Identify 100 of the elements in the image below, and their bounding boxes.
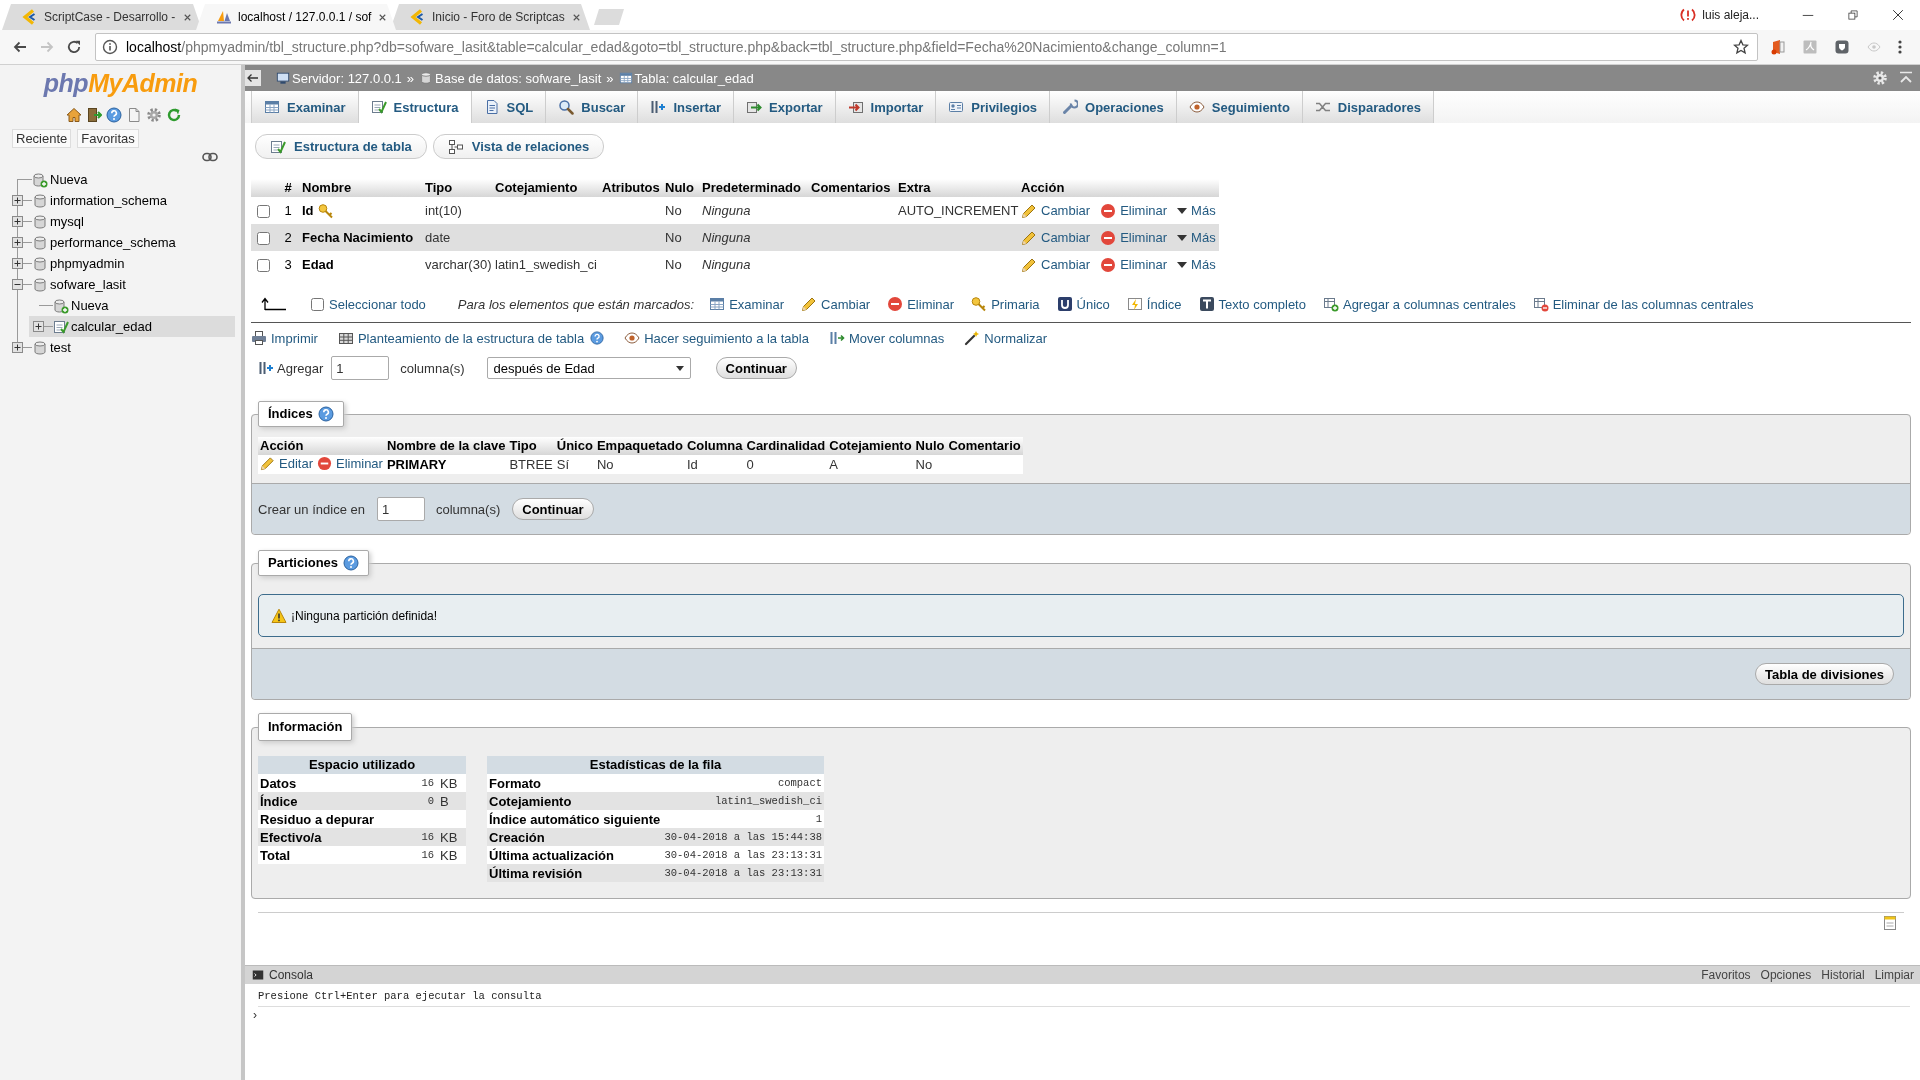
change-link[interactable]: Cambiar [1021,229,1091,246]
tree-item[interactable]: sofware_lasit [8,274,235,295]
table-cell: 1 [662,810,824,828]
sidebar-tab[interactable]: Favoritas [77,129,139,148]
console-title[interactable]: Consola [269,968,314,982]
action-link[interactable]: Texto completo [1198,296,1306,312]
console-link[interactable]: Historial [1821,968,1865,982]
more-link[interactable]: Más [1177,203,1216,218]
row-checkbox[interactable] [257,205,270,219]
page-link[interactable]: Hacer seguimiento a la tabla [624,330,809,346]
page-icon[interactable] [126,107,142,123]
help-icon[interactable] [317,406,334,422]
sidebar-tab[interactable]: Reciente [12,129,72,148]
sub-tab[interactable]: Vista de relaciones [432,134,605,159]
plus-box-icon[interactable] [12,216,23,227]
continue-button[interactable]: Continuar [715,357,797,379]
address-field[interactable]: localhost/phpmyadmin/tbl_structure.php?db=sofware_lasit&table=calcular_edad&goto=tbl_structure.php&back=tbl_structure.php&field=Fecha%20Nacimiento&change_column=1 [95,33,1758,61]
action-link[interactable]: Eliminar [887,296,955,312]
action-link[interactable]: Índice [1126,296,1182,312]
nav-tab[interactable]: Examinar [251,91,359,123]
nav-tab[interactable]: Exportar [734,91,836,123]
plus-box-icon[interactable] [12,195,23,206]
more-link[interactable]: Más [1177,230,1216,245]
console-link[interactable]: Opciones [1760,968,1812,982]
nav-tab[interactable]: SQL [471,91,547,123]
restore-icon[interactable] [1846,9,1859,21]
breadcrumb-link[interactable]: Tabla: calcular_edad [618,70,754,86]
nav-tab[interactable]: Importar [835,91,937,123]
settings-icon[interactable] [146,107,162,123]
tree-item[interactable]: performance_schema [8,232,235,253]
row-checkbox[interactable] [257,259,270,273]
breadcrumb-link[interactable]: Base de datos: sofware_lasit [419,70,602,86]
sub-tab[interactable]: Estructura de tabla [255,134,427,159]
plus-box-icon[interactable] [12,237,23,248]
action-link[interactable]: Único [1056,296,1110,312]
column-count-field[interactable]: 1 [331,356,390,380]
document-badge-icon[interactable] [1770,39,1786,55]
help-icon[interactable] [590,331,605,345]
table-cell: varchar(30) [423,251,493,278]
nav-tab[interactable]: Insertar [638,91,735,123]
continue-button[interactable]: Continuar [512,498,594,520]
arrow-left-icon[interactable] [245,70,261,86]
change-link[interactable]: Cambiar [1021,202,1091,219]
page-link[interactable]: Normalizar [964,330,1048,346]
page-link[interactable]: Mover columnas [828,330,945,346]
select-all-checkbox[interactable] [311,297,324,311]
back-icon[interactable] [12,39,28,55]
tree-item[interactable]: information_schema [8,190,235,211]
action-link[interactable]: Cambiar [801,296,871,312]
tree-item[interactable]: Nueva [29,295,235,316]
tree-item[interactable]: Nueva [8,169,235,190]
more-link[interactable]: Más [1177,257,1216,272]
column-count-field[interactable]: 1 [376,497,425,521]
drop-link[interactable]: Eliminar [1100,256,1168,273]
profile-button[interactable]: luis aleja... [1680,7,1759,23]
change-link[interactable]: Cambiar [1021,256,1091,273]
help-icon[interactable] [106,107,122,123]
nav-tab[interactable]: Estructura [358,91,472,123]
action-link[interactable]: Examinar [709,296,785,312]
page-link[interactable]: Planteamiento de la estructura de tabla [337,330,585,346]
info-icon[interactable] [102,39,118,55]
position-dropdown[interactable]: después de Edad [486,357,691,379]
plus-box-icon[interactable] [33,321,44,332]
logo[interactable]: phpMyAdmin [0,69,241,97]
nav-tab[interactable]: Operaciones [1050,91,1177,123]
select-all-label[interactable]: Seleccionar todo [329,296,426,312]
shield-icon[interactable] [1834,39,1850,55]
breadcrumb-link[interactable]: Servidor: 127.0.0.1 [276,70,402,86]
drop-link[interactable]: Eliminar [1100,202,1168,219]
tree-item[interactable]: calcular_edad [29,316,235,337]
action-link[interactable]: Eliminar de las columnas centrales [1532,296,1754,312]
action-link[interactable]: Agregar a columnas centrales [1322,296,1516,312]
home-icon[interactable] [66,107,82,123]
plus-box-icon[interactable] [12,342,23,353]
console-link[interactable]: Favoritos [1701,968,1751,982]
tree-item[interactable]: mysql [8,211,235,232]
note-icon[interactable] [1882,915,1898,931]
menu-icon[interactable] [1898,39,1902,55]
nav-tab[interactable]: Seguimiento [1176,91,1303,123]
browser-tab[interactable]: localhost / 127.0.0.1 / sof [196,4,396,30]
close-icon[interactable] [1890,8,1905,22]
row-checkbox[interactable] [257,232,270,246]
console-link[interactable]: Limpiar [1874,968,1914,982]
door-arrow-icon[interactable] [86,107,102,123]
action-link[interactable]: Primaria [971,296,1040,312]
nav-tab[interactable]: Disparadores [1302,91,1434,123]
nav-tab[interactable]: Privilegios [936,91,1051,123]
reload-icon[interactable] [66,39,82,55]
star-icon[interactable] [1733,39,1749,55]
drop-link[interactable]: Eliminar [1100,229,1168,246]
plus-box-icon[interactable] [12,258,23,269]
nav-tab[interactable]: Buscar [546,91,639,123]
page-link[interactable]: Imprimir [251,330,318,346]
minus-box-icon[interactable] [12,279,23,290]
table-cell: Índice [258,792,415,810]
help-icon[interactable] [343,555,360,571]
tree-item[interactable]: test [8,337,235,358]
tree-item[interactable]: phpmyadmin [8,253,235,274]
partition-table-button[interactable]: Tabla de divisiones [1755,663,1894,685]
minus-circle-icon [1100,229,1117,246]
